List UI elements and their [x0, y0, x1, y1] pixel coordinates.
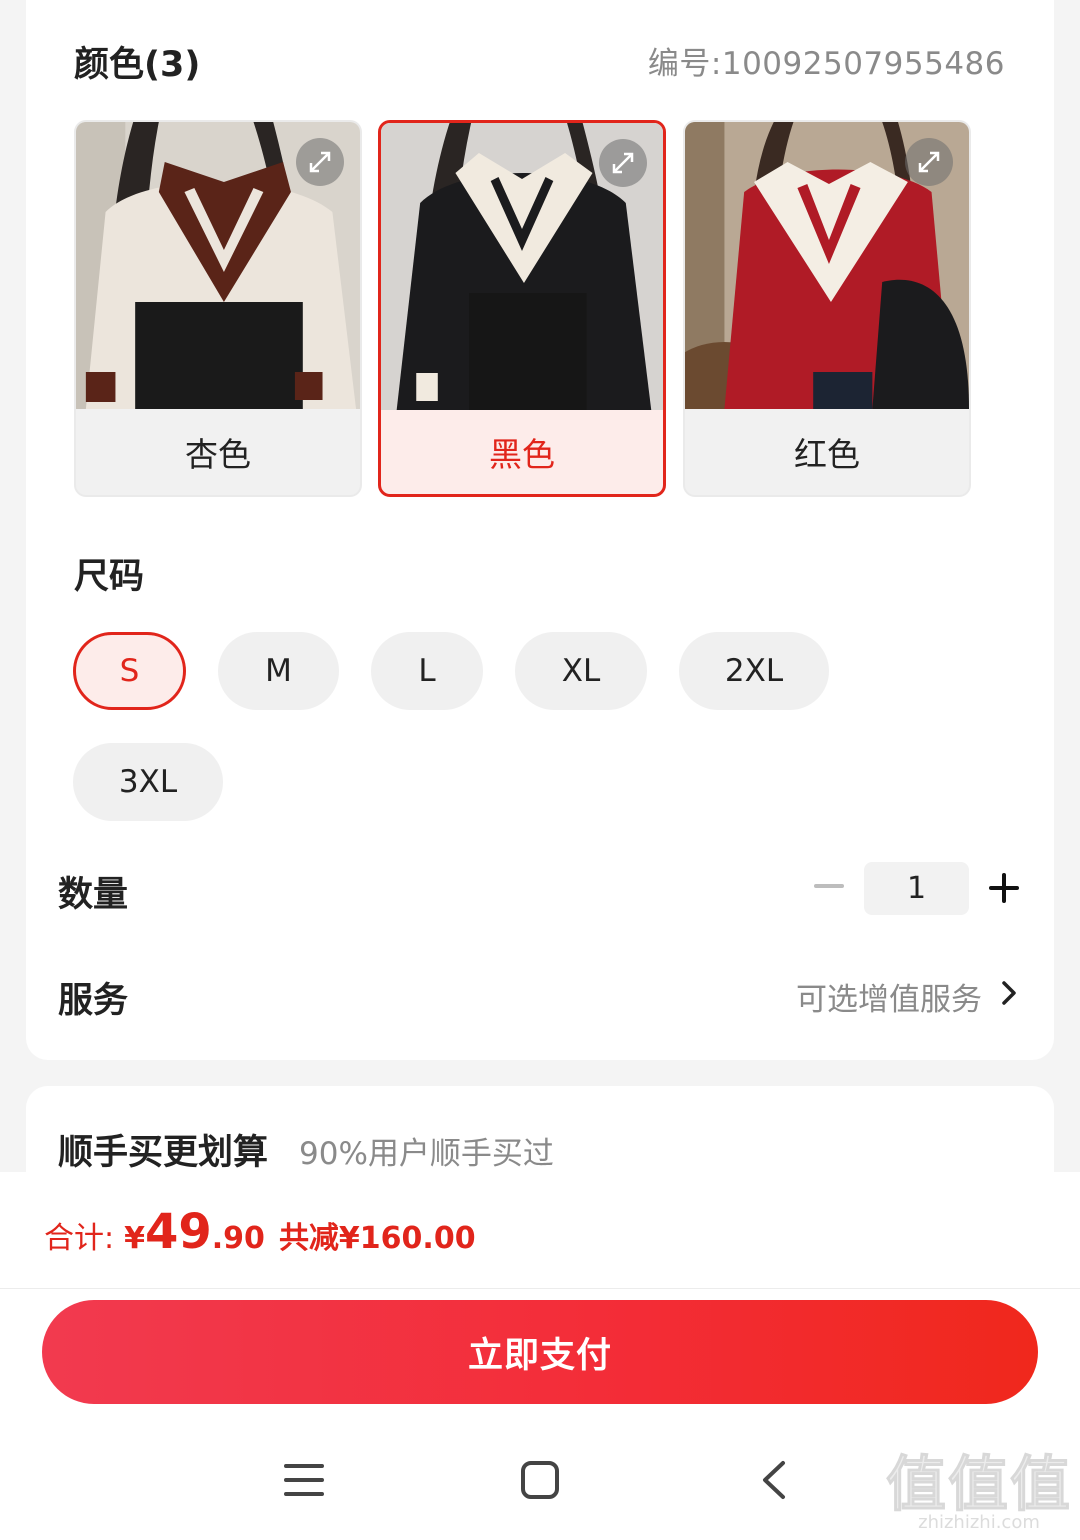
quantity-increase-button[interactable] [988, 872, 1020, 904]
divider [0, 1288, 1080, 1289]
pay-now-button[interactable]: 立即支付 [42, 1300, 1038, 1404]
expand-icon[interactable] [296, 138, 344, 186]
color-option-red[interactable]: 红色 [683, 120, 971, 497]
color-option-label: 杏色 [185, 435, 251, 474]
quantity-decrease-button[interactable] [814, 884, 844, 888]
quantity-input[interactable]: 1 [864, 862, 969, 915]
color-option-label: 红色 [794, 435, 860, 474]
color-option-black[interactable]: 黑色 [378, 120, 666, 497]
expand-icon[interactable] [905, 138, 953, 186]
service-label: 服务 [58, 981, 129, 1021]
total-label: 合计: [44, 1221, 115, 1256]
service-value[interactable]: 可选增值服务 [796, 974, 982, 1019]
quantity-label: 数量 [58, 875, 129, 915]
color-section-title: 颜色(3) [74, 45, 201, 85]
chevron-right-icon[interactable] [1001, 980, 1017, 1006]
sku-code: 编号:10092507955486 [647, 46, 1005, 82]
price-integer: 49 [144, 1204, 212, 1260]
size-option-m[interactable]: M [218, 632, 339, 710]
size-option-xl[interactable]: XL [515, 632, 647, 710]
watermark-logo: 值值值 zhizhizhi.com [886, 1450, 1072, 1534]
watermark-text: 值值值 [886, 1450, 1072, 1520]
expand-icon[interactable] [599, 139, 647, 187]
home-button[interactable] [510, 1450, 570, 1510]
price-decimal: .90 [211, 1221, 265, 1256]
bundle-title: 顺手买更划算 [58, 1133, 269, 1173]
back-button[interactable] [744, 1450, 804, 1510]
currency-symbol: ¥ [124, 1221, 145, 1256]
size-option-3xl[interactable]: 3XL [73, 743, 223, 821]
size-option-2xl[interactable]: 2XL [679, 632, 829, 710]
color-option-apricot[interactable]: 杏色 [74, 120, 362, 497]
size-option-s[interactable]: S [73, 632, 186, 710]
recent-apps-button[interactable] [274, 1450, 334, 1510]
size-section-title: 尺码 [74, 557, 145, 597]
total-price: 合计: ¥ 49 .90 共减¥160.00 [44, 1204, 476, 1260]
size-option-l[interactable]: L [371, 632, 483, 710]
discount-amount: 共减¥160.00 [278, 1221, 476, 1256]
color-option-label: 黑色 [489, 435, 555, 474]
bundle-subtitle: 90%用户顺手买过 [299, 1136, 554, 1172]
